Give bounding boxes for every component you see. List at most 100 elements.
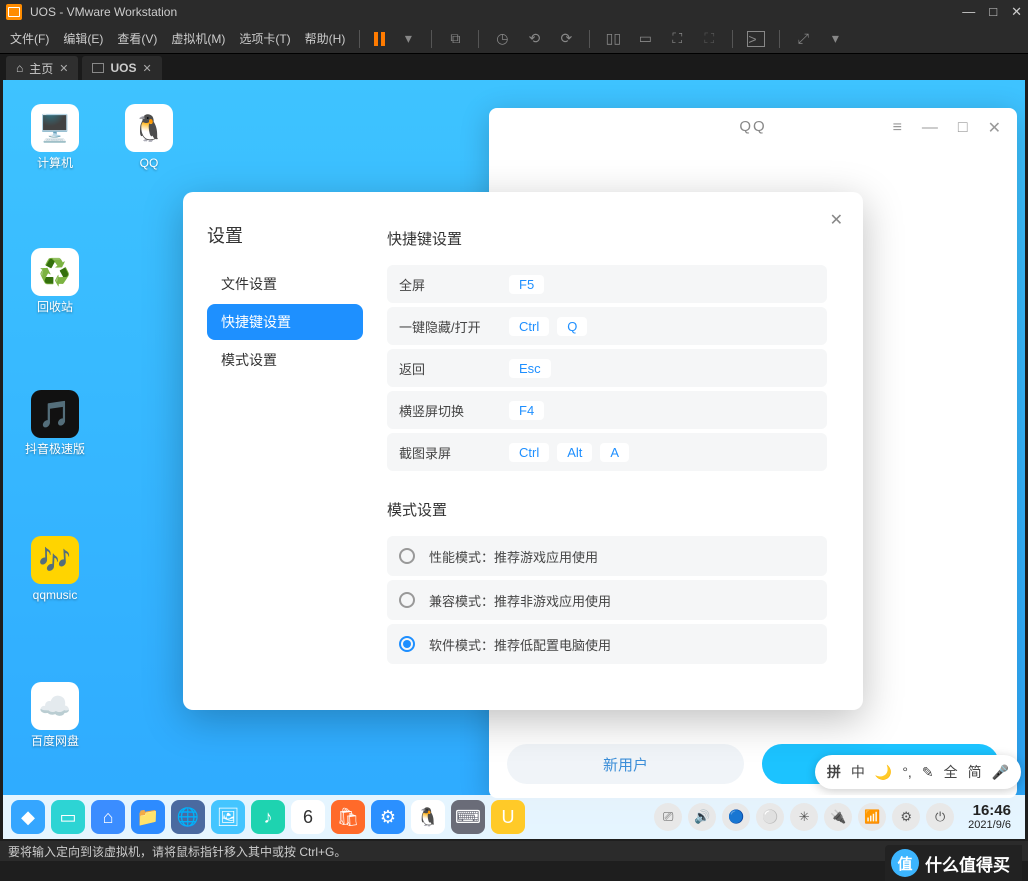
- clock-time: 16:46: [968, 802, 1011, 819]
- status-message: 要将输入定向到该虚拟机，请将鼠标指针移入其中或按 Ctrl+G。: [8, 845, 346, 859]
- shortcut-row[interactable]: 横竖屏切换F4: [387, 391, 827, 429]
- key-badge: Ctrl: [509, 443, 549, 462]
- ime-moon-icon[interactable]: 🌙: [875, 764, 892, 781]
- tab-home[interactable]: ⌂ 主页 ✕: [6, 56, 78, 80]
- shortcut-label: 截图录屏: [399, 443, 509, 462]
- ime-full[interactable]: 全: [944, 762, 958, 782]
- shortcut-row[interactable]: 全屏F5: [387, 265, 827, 303]
- dock-tray: ⎚🔊🔵⚪✳🔌📶⚙⏻ 16:46 2021/9/6: [654, 802, 1017, 832]
- dock-app-icon[interactable]: ⌂: [91, 800, 125, 834]
- vmware-title: UOS - VMware Workstation: [30, 5, 962, 19]
- shortcut-row[interactable]: 返回Esc: [387, 349, 827, 387]
- ime-simp[interactable]: 简: [968, 762, 982, 782]
- key-badge: Ctrl: [509, 317, 549, 336]
- vmware-tabs: ⌂ 主页 ✕ UOS ✕: [0, 54, 1028, 80]
- dock-app-icon[interactable]: 🛍: [331, 800, 365, 834]
- fullscreen-icon[interactable]: ⤢: [794, 31, 812, 47]
- tab-uos[interactable]: UOS ✕: [82, 56, 161, 80]
- ime-mode[interactable]: 拼: [827, 762, 841, 782]
- watermark-text: 什么值得买: [925, 851, 1010, 876]
- tray-icon[interactable]: ⚙: [892, 803, 920, 831]
- dialog-close-button[interactable]: ✕: [830, 210, 843, 230]
- shortcut-row[interactable]: 一键隐藏/打开Ctrl Q: [387, 307, 827, 345]
- dock-app-icon[interactable]: ▭: [51, 800, 85, 834]
- snapshot-icon[interactable]: ⧉: [446, 31, 464, 47]
- desktop-icon-qq[interactable]: 🐧 QQ: [113, 104, 185, 172]
- dock-app-icon[interactable]: 🐧: [411, 800, 445, 834]
- view1-icon[interactable]: ▯▯: [604, 31, 622, 47]
- shortcut-row[interactable]: 截图录屏CtrlAltA: [387, 433, 827, 471]
- nav-mode-settings[interactable]: 模式设置: [207, 342, 363, 378]
- watermark-badge-icon: 值: [891, 849, 919, 877]
- key-badge: Q: [557, 317, 587, 336]
- desktop-icon-douyin[interactable]: 🎵 抖音极速版: [19, 390, 91, 458]
- menu-file[interactable]: 文件(F): [10, 30, 49, 47]
- dock-app-icon[interactable]: 📁: [131, 800, 165, 834]
- dock-app-icon[interactable]: ♪: [251, 800, 285, 834]
- window-controls: — □ ✕: [962, 4, 1022, 20]
- qqmusic-icon: 🎶: [31, 536, 79, 584]
- qq-icon: 🐧: [125, 104, 173, 152]
- tray-icon[interactable]: ⏻: [926, 803, 954, 831]
- radio-icon: [399, 636, 415, 652]
- dropdown2-icon[interactable]: ▾: [826, 31, 844, 47]
- tray-icon[interactable]: 📶: [858, 803, 886, 831]
- pause-icon[interactable]: [374, 32, 385, 46]
- console-icon[interactable]: >_: [747, 31, 765, 47]
- mode-option[interactable]: 软件模式：推荐低配置电脑使用: [387, 624, 827, 664]
- tray-icon[interactable]: 🔊: [688, 803, 716, 831]
- new-user-button[interactable]: 新用户: [507, 744, 744, 784]
- nav-file-settings[interactable]: 文件设置: [207, 266, 363, 302]
- tray-icon[interactable]: ✳: [790, 803, 818, 831]
- ime-mic-icon[interactable]: 🎤: [992, 764, 1009, 781]
- watermark: 值 什么值得买: [885, 845, 1022, 881]
- menu-view[interactable]: 查看(V): [117, 30, 157, 47]
- clock[interactable]: 16:46 2021/9/6: [962, 802, 1017, 832]
- maximize-button[interactable]: □: [989, 4, 997, 20]
- shortcut-label: 一键隐藏/打开: [399, 317, 509, 336]
- tab-close-icon[interactable]: ✕: [143, 62, 152, 75]
- view2-icon[interactable]: ▭: [636, 31, 654, 47]
- dock-app-icon[interactable]: 🖼: [211, 800, 245, 834]
- revert-icon[interactable]: ⟲: [525, 31, 543, 47]
- menu-help[interactable]: 帮助(H): [305, 30, 346, 47]
- menu-edit[interactable]: 编辑(E): [63, 30, 103, 47]
- dock-app-icon[interactable]: ⌨: [451, 800, 485, 834]
- tray-icon[interactable]: ⚪: [756, 803, 784, 831]
- mode-option[interactable]: 兼容模式：推荐非游戏应用使用: [387, 580, 827, 620]
- clock-icon[interactable]: ◷: [493, 31, 511, 47]
- ime-floating-bar[interactable]: 拼 中 🌙 °, ✎ 全 简 🎤: [815, 755, 1021, 789]
- dropdown-icon[interactable]: ▾: [399, 31, 417, 47]
- tray-icon[interactable]: 🔵: [722, 803, 750, 831]
- unity-icon[interactable]: ⛶: [668, 31, 686, 47]
- mode-label: 兼容模式：推荐非游戏应用使用: [429, 591, 611, 610]
- desktop-icon-computer[interactable]: 🖥️ 计算机: [19, 104, 91, 172]
- menu-tabs[interactable]: 选项卡(T): [239, 30, 290, 47]
- desktop-icon-trash[interactable]: ♻️ 回收站: [19, 248, 91, 316]
- desktop-icon-baidu[interactable]: ☁️ 百度网盘: [19, 682, 91, 750]
- dock-app-icon[interactable]: ◆: [11, 800, 45, 834]
- douyin-icon: 🎵: [31, 390, 79, 438]
- dock-app-icon[interactable]: 🌐: [171, 800, 205, 834]
- minimize-button[interactable]: —: [962, 4, 975, 20]
- dock-app-icon[interactable]: U: [491, 800, 525, 834]
- close-button[interactable]: ✕: [1011, 4, 1022, 20]
- tray-icon[interactable]: ⎚: [654, 803, 682, 831]
- clock-date: 2021/9/6: [968, 819, 1011, 832]
- vm-icon: [92, 63, 104, 73]
- menu-vm[interactable]: 虚拟机(M): [171, 30, 225, 47]
- ime-edit-icon[interactable]: ✎: [922, 764, 934, 781]
- manage-icon[interactable]: ⟳: [557, 31, 575, 47]
- dock-app-icon[interactable]: ⚙: [371, 800, 405, 834]
- ime-punct[interactable]: °,: [902, 764, 912, 780]
- desktop-icon-qqmusic[interactable]: 🎶 qqmusic: [19, 536, 91, 604]
- tray-icon[interactable]: 🔌: [824, 803, 852, 831]
- ime-lang[interactable]: 中: [851, 762, 865, 782]
- tab-close-icon[interactable]: ✕: [59, 62, 68, 75]
- key-badge: F4: [509, 401, 544, 420]
- dock-app-icon[interactable]: 6: [291, 800, 325, 834]
- nav-shortcut-settings[interactable]: 快捷键设置: [207, 304, 363, 340]
- mode-option[interactable]: 性能模式：推荐游戏应用使用: [387, 536, 827, 576]
- view4-icon[interactable]: ⛶: [700, 31, 718, 47]
- key-badge: Esc: [509, 359, 551, 378]
